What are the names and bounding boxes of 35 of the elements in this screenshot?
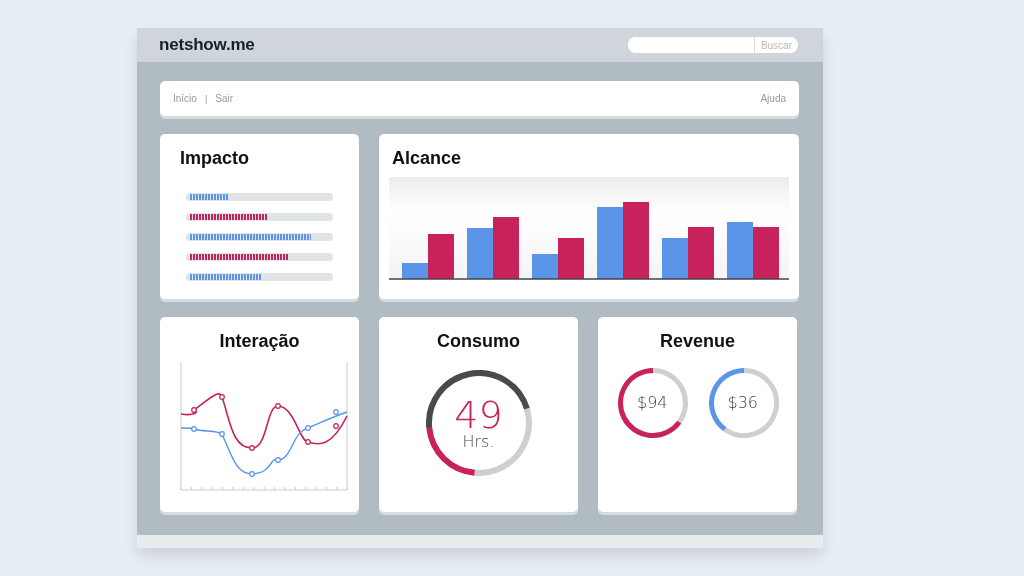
gauge-unit: Hrs. [462,434,495,450]
card-title: Alcance [391,148,463,170]
data-point [219,394,225,400]
bar [753,227,779,279]
gauge-track [723,368,779,438]
nav-link[interactable]: Sair [215,93,234,104]
separator: | [204,93,208,104]
data-point [333,423,339,429]
gauge-value: $94 [636,395,668,411]
data-point [333,409,339,415]
search-field[interactable]: Buscar [628,37,798,53]
card-title: Revenue [658,331,736,352]
data-point [305,439,311,445]
card-title: Consumo [436,331,521,352]
bar [493,217,519,279]
help-link[interactable]: Ajuda [760,93,786,104]
data-point [275,403,281,409]
data-point [191,426,197,432]
data-point [275,457,281,463]
bar [727,222,753,279]
bar [467,228,493,279]
bar [597,207,623,279]
gauge-value: $36 [727,395,758,411]
data-point [305,425,311,431]
data-point [219,431,225,437]
gauge-value: 49 [454,396,503,434]
bar [662,238,688,279]
card-title: Interação [218,331,301,352]
logo: netshow.me [159,35,255,55]
card-title: Impacto [180,148,250,169]
bar [688,227,714,279]
nav-link[interactable]: Início [173,93,197,104]
data-point [249,471,255,477]
data-point [191,407,197,413]
data-point [249,445,255,451]
